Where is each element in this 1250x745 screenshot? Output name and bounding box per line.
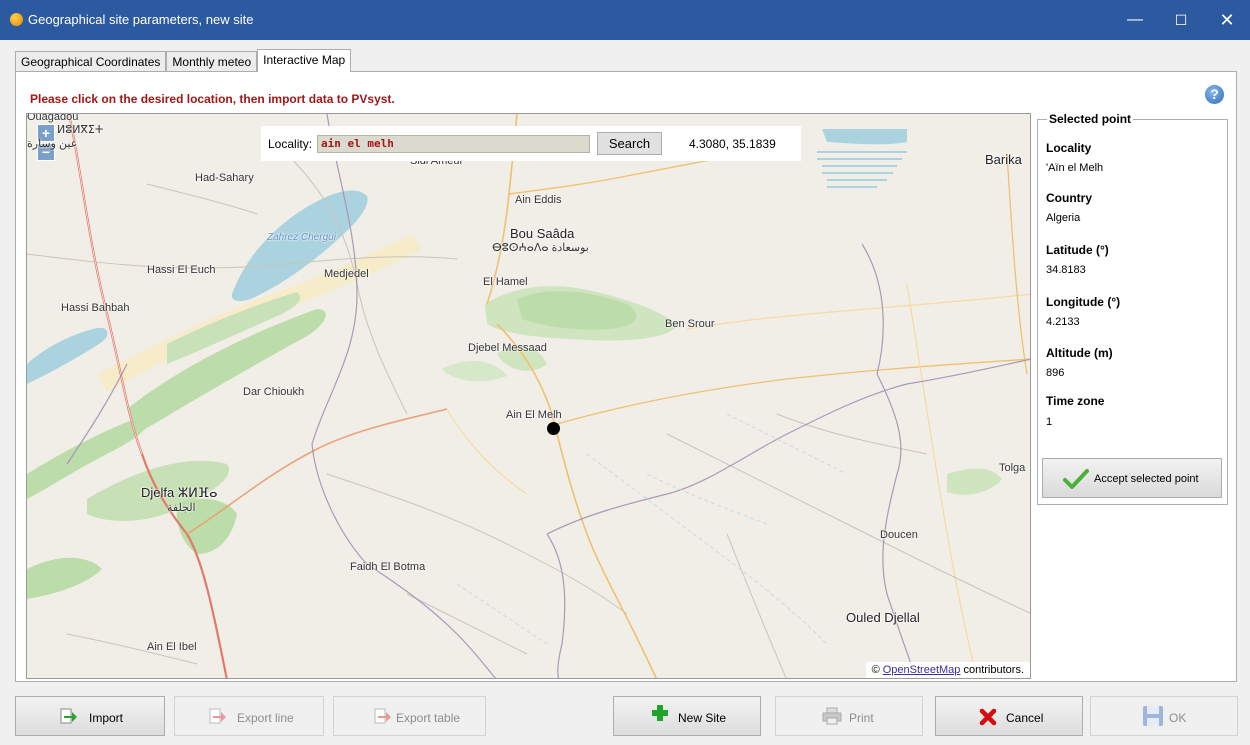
checkmark-icon [1063, 469, 1089, 489]
plus-icon [652, 705, 668, 721]
map-label-hassi-el-euch: Hassi El Euch [147, 264, 216, 276]
search-button[interactable]: Search [597, 132, 662, 155]
print-label: Print [849, 711, 874, 725]
export-table-icon [374, 708, 391, 724]
cross-icon [979, 708, 997, 726]
accept-selected-point-button[interactable]: Accept selected point [1042, 458, 1222, 498]
import-icon [60, 708, 77, 724]
map-label-ain-el-ibel: Ain El Ibel [147, 641, 197, 653]
import-label: Import [89, 711, 124, 725]
accept-selected-point-label: Accept selected point [1094, 473, 1199, 485]
ok-label: OK [1169, 711, 1187, 725]
latitude-value: 34.8183 [1046, 264, 1086, 276]
coordinates-readout: 4.3080, 35.1839 [689, 137, 776, 151]
export-table-label: Export table [396, 711, 461, 725]
map-label-tifinagh: ⵍⵓⵍⴳⵉⵜ [57, 124, 104, 136]
altitude-value: 896 [1046, 367, 1065, 379]
interactive-map-panel: Please click on the desired location, th… [15, 71, 1237, 682]
country-value: Algeria [1046, 212, 1081, 224]
map-label-ain-eddis: Ain Eddis [515, 194, 562, 206]
export-icon [209, 708, 226, 724]
longitude-field-label: Longitude (°) [1046, 295, 1121, 309]
map-attribution: © OpenStreetMap contributors. [865, 662, 1030, 678]
cancel-label: Cancel [1006, 711, 1044, 725]
map-view[interactable]: + − Ouagadou ⵍⵓⵍⴳⵉⵜ عين وسارة Sidi Ameur… [26, 113, 1031, 679]
selected-point-legend: Selected point [1047, 112, 1134, 126]
attribution-suffix: contributors. [963, 664, 1024, 676]
map-label-dar-chioukh: Dar Chioukh [243, 386, 305, 398]
close-button[interactable]: ✕ [1204, 0, 1250, 40]
map-label-ben-srour: Ben Srour [665, 318, 715, 330]
locality-field-label: Locality [1046, 141, 1092, 155]
map-label-bou-saada-local: ⴱⵓⵙⵄⴰⴷⴰ بوسعادة [492, 242, 589, 254]
map-label-had-sahary: Had-Sahary [195, 172, 254, 184]
locality-value: 'Aïn el Melh [1046, 162, 1104, 174]
window-title: Geographical site parameters, new site [28, 12, 254, 27]
tab-geographical-coordinates[interactable]: Geographical Coordinates [15, 51, 167, 72]
pvsyst-app-icon [10, 13, 23, 26]
ok-button[interactable]: OK [1090, 696, 1238, 736]
locality-search-bar: Locality: ain el melh Search 4.3080, 35.… [261, 126, 801, 161]
time-zone-field-label: Time zone [1046, 394, 1105, 408]
latitude-field-label: Latitude (°) [1046, 243, 1109, 257]
map-label-djelfa: Djelfa ⵣⵍⴼⴰ [141, 485, 218, 500]
map-label-tolga: Tolga [999, 462, 1026, 474]
title-bar: Geographical site parameters, new site —… [0, 0, 1250, 40]
map-label-hassi-bahbah: Hassi Bahbah [61, 302, 130, 314]
map-label-faidh-el-botma: Faidh El Botma [350, 561, 426, 573]
map-label-barika: Barika [985, 152, 1022, 167]
tab-monthly-meteo[interactable]: Monthly meteo [166, 51, 258, 72]
export-line-button[interactable]: Export line [174, 696, 324, 736]
maximize-button[interactable]: ☐ [1158, 0, 1204, 40]
map-label-doucen: Doucen [880, 529, 918, 541]
locality-search-input[interactable]: ain el melh [317, 135, 590, 153]
map-label-ain-el-melh: Ain El Melh [506, 409, 562, 421]
export-table-button[interactable]: Export table [333, 696, 486, 736]
bottom-button-bar: Import Export line Export table New Site… [0, 688, 1250, 745]
map-label-ouagadou: Ouagadou [27, 113, 79, 123]
print-button[interactable]: Print [775, 696, 923, 736]
map-label-medjedel: Medjedel [324, 268, 369, 280]
save-floppy-icon [1143, 706, 1163, 726]
map-label-ouled-djellal: Ouled Djellal [846, 610, 920, 625]
selected-point-group: Selected point Locality 'Aïn el Melh Cou… [1037, 112, 1228, 505]
minimize-button[interactable]: — [1112, 0, 1158, 40]
instruction-text: Please click on the desired location, th… [30, 92, 395, 106]
openstreetmap-link[interactable]: OpenStreetMap [883, 664, 961, 676]
time-zone-value: 1 [1046, 416, 1053, 428]
map-label-el-hamel: El Hamel [483, 276, 528, 288]
tab-strip: Geographical Coordinates Monthly meteo I… [15, 49, 352, 72]
map-label-djelfa-ar: الجلفة [167, 502, 196, 514]
import-button[interactable]: Import [15, 696, 165, 736]
attribution-copyright: © [871, 664, 880, 676]
altitude-field-label: Altitude (m) [1046, 346, 1113, 360]
selected-location-marker[interactable] [547, 422, 560, 435]
map-label-djebel-messaad: Djebel Messaad [468, 342, 547, 354]
longitude-value: 4.2133 [1046, 316, 1080, 328]
printer-icon [822, 707, 842, 725]
tab-interactive-map[interactable]: Interactive Map [257, 49, 352, 72]
map-label-zahrez-chergui: Zahrez Chergui [267, 232, 336, 243]
cancel-button[interactable]: Cancel [935, 696, 1083, 736]
map-label-ain-ouessara-ar: عين وسارة [27, 138, 78, 150]
locality-label: Locality: [268, 137, 313, 151]
new-site-label: New Site [678, 711, 727, 725]
help-icon[interactable]: ? [1205, 85, 1224, 104]
export-line-label: Export line [237, 711, 294, 725]
country-field-label: Country [1046, 191, 1092, 205]
new-site-button[interactable]: New Site [613, 696, 761, 736]
map-label-bou-saada: Bou Saâda [510, 226, 575, 241]
